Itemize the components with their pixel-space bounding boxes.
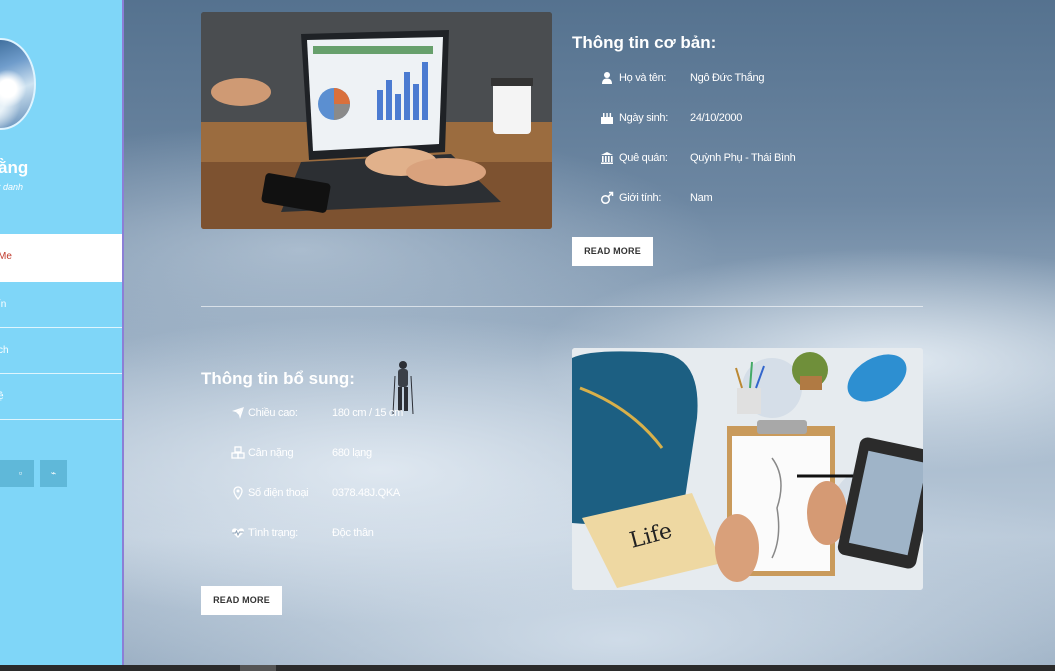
- row-value: Độc thân: [332, 527, 374, 539]
- sidebar: ằng t danh Me ín ch ệ ▫ ⌁: [0, 0, 124, 671]
- row-value: Nam: [690, 192, 713, 204]
- scrollbar-thumb[interactable]: [240, 665, 276, 671]
- sidebar-item-label: ch: [0, 345, 9, 356]
- basic-info-title: Thông tin cơ bản:: [572, 33, 717, 52]
- bank-icon: [601, 152, 613, 164]
- sidebar-item-3[interactable]: ch: [0, 328, 122, 374]
- social-button-1[interactable]: [0, 460, 7, 487]
- profile-nickname: t danh: [0, 182, 24, 192]
- rss-icon: ⌁: [50, 468, 57, 478]
- section-divider: [201, 306, 923, 307]
- mars-icon: [600, 191, 614, 205]
- sidebar-item-label: ín: [0, 299, 7, 310]
- user-icon: [602, 72, 612, 84]
- row-value: 180 cm / 15 cm: [332, 407, 403, 419]
- social-button-2[interactable]: ▫: [7, 460, 34, 487]
- extra-info-title: Thông tin bổ sung:: [201, 369, 355, 388]
- laptop-photo: [201, 12, 552, 229]
- row-label: Giới tính:: [619, 192, 662, 204]
- sidebar-item-4[interactable]: ệ: [0, 374, 122, 420]
- birthday-cake-icon: [601, 113, 613, 124]
- row-value: Ngô Đức Thắng: [690, 72, 765, 84]
- profile-name: ằng: [0, 158, 29, 177]
- row-value: 680 lạng: [332, 447, 372, 459]
- sidebar-item-label: ệ: [0, 391, 4, 402]
- row-value: Quỳnh Phụ - Thái Bình: [690, 152, 796, 164]
- read-more-button-basic[interactable]: READ MORE: [572, 237, 653, 266]
- sidebar-item-2[interactable]: ín: [0, 282, 122, 328]
- row-label: Chiều cao:: [248, 407, 298, 419]
- row-label: Tình trạng:: [248, 527, 298, 539]
- read-more-button-extra[interactable]: READ MORE: [201, 586, 282, 615]
- heartbeat-icon: [232, 528, 244, 538]
- row-label: Số điện thoại: [248, 487, 309, 499]
- social-button-rss[interactable]: ⌁: [40, 460, 67, 487]
- row-value: 24/10/2000: [690, 112, 743, 124]
- avatar: [0, 38, 36, 130]
- row-label: Cân nặng: [248, 447, 294, 459]
- row-label: Họ và tên:: [619, 72, 667, 84]
- sidebar-item-about-me[interactable]: Me: [0, 234, 122, 282]
- row-value: 0378.48J.QKA: [332, 487, 400, 499]
- sidebar-item-label: Me: [0, 251, 12, 262]
- row-label: Quê quán:: [619, 152, 668, 164]
- square-icon: ▫: [18, 468, 23, 478]
- sketching-desk-photo: Life: [572, 348, 923, 590]
- row-label: Ngày sinh:: [619, 112, 668, 124]
- map-marker-icon: [233, 486, 243, 500]
- cubes-icon: [231, 446, 245, 459]
- rocket-icon: [232, 407, 244, 419]
- horizontal-scrollbar[interactable]: [0, 665, 1055, 671]
